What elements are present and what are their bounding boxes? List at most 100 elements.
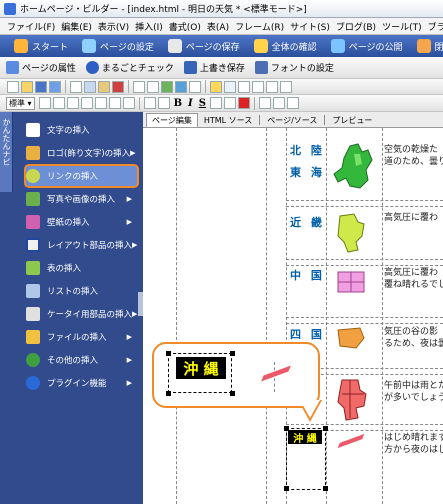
sidebar-item-insert-logo[interactable]: ロゴ(飾り文字)の挿入 ▶ bbox=[26, 142, 138, 164]
row-icon[interactable] bbox=[286, 97, 299, 109]
redo-icon[interactable] bbox=[147, 80, 159, 93]
overview-button[interactable]: 全体の確認 bbox=[253, 39, 317, 53]
check-icon bbox=[253, 39, 268, 53]
cell-icon[interactable] bbox=[272, 97, 285, 109]
menu-tools[interactable]: ツール(T) bbox=[379, 20, 425, 33]
delete-icon[interactable] bbox=[112, 80, 124, 93]
tab-page-source[interactable]: ページ/ソース bbox=[261, 113, 323, 127]
menu-insert[interactable]: 挿入(I) bbox=[132, 20, 166, 33]
sidebar-item-insert-text[interactable]: 文字の挿入 bbox=[26, 119, 138, 141]
overwrite-save-button[interactable]: 上書き保存 bbox=[183, 61, 245, 74]
page-save-button[interactable]: ページの保存 bbox=[167, 39, 240, 53]
forecast-text: 高気圧に覆わ bbox=[384, 213, 439, 223]
grid-line bbox=[286, 259, 443, 260]
table-insert-icon[interactable] bbox=[258, 97, 271, 109]
sidebar-item-plugin[interactable]: プラグイン機能 ▶ bbox=[26, 372, 138, 394]
page-settings-button[interactable]: ページの設定 bbox=[82, 39, 154, 53]
separator bbox=[65, 80, 66, 93]
resize-handle[interactable] bbox=[284, 426, 289, 431]
menu-frame[interactable]: フレーム(R) bbox=[232, 20, 287, 33]
font-size-down-icon[interactable] bbox=[223, 97, 236, 109]
kinki-map-icon bbox=[337, 213, 365, 253]
bold-icon[interactable]: B bbox=[174, 98, 182, 109]
indent-icon[interactable] bbox=[94, 97, 107, 109]
document-canvas[interactable]: 北 陸 東 海 近 畿 中 国 四 国 空気の乾燥た 道のため、曇り 高気圧に覆わ… bbox=[160, 128, 443, 504]
new-icon[interactable] bbox=[7, 80, 19, 93]
outdent-icon[interactable] bbox=[108, 97, 121, 109]
table-icon[interactable] bbox=[189, 80, 201, 93]
folder-icon bbox=[26, 330, 40, 344]
callout-pointer-fill bbox=[300, 400, 320, 418]
easy-navi-tab[interactable]: かんたんナビ bbox=[0, 112, 13, 192]
check-icon bbox=[85, 61, 99, 74]
menu-file[interactable]: ファイル(F) bbox=[4, 20, 58, 33]
style-select[interactable]: 標準 ▾ bbox=[6, 96, 35, 110]
copy-icon[interactable] bbox=[84, 80, 96, 93]
font-size-up-icon[interactable] bbox=[209, 97, 222, 109]
italic-icon[interactable]: I bbox=[188, 98, 193, 109]
font-settings-button[interactable]: フォントの設定 bbox=[254, 61, 334, 74]
grid-line bbox=[286, 265, 443, 266]
frame-icon[interactable] bbox=[280, 80, 292, 93]
sidebar-item-insert-other[interactable]: その他の挿入 ▶ bbox=[26, 349, 138, 371]
tab-page-edit[interactable]: ページ編集 bbox=[146, 113, 198, 127]
sidebar-item-insert-file[interactable]: ファイルの挿入 ▶ bbox=[26, 326, 138, 348]
underline-icon[interactable]: S bbox=[199, 98, 206, 109]
line-icon[interactable] bbox=[238, 80, 250, 93]
link-icon[interactable] bbox=[175, 80, 187, 93]
save-icon[interactable] bbox=[35, 80, 47, 93]
sidebar-item-insert-mobile-parts[interactable]: ケータイ用部品の挿入 ▶ bbox=[26, 303, 138, 325]
resize-handle[interactable] bbox=[284, 486, 289, 491]
grid-line bbox=[286, 317, 443, 318]
paragraph-icon[interactable] bbox=[143, 97, 156, 109]
sidebar-item-insert-wallpaper[interactable]: 壁紙の挿入 ▶ bbox=[26, 211, 138, 233]
menu-edit[interactable]: 編集(E) bbox=[58, 20, 95, 33]
align-center-icon[interactable] bbox=[52, 97, 65, 109]
sidebar-item-insert-image[interactable]: 写真や画像の挿入 ▶ bbox=[26, 188, 138, 210]
font-color-icon[interactable] bbox=[237, 97, 250, 109]
resize-handle[interactable] bbox=[323, 426, 328, 431]
list-icon[interactable] bbox=[224, 80, 236, 93]
sidebar-item-insert-layout-parts[interactable]: レイアウト部品の挿入 ▶ bbox=[26, 234, 138, 256]
menu-table[interactable]: 表(A) bbox=[204, 20, 232, 33]
navigation-toolbar: スタート ページの設定 ページの保存 全体の確認 ページの公開 閉じる bbox=[0, 35, 443, 57]
undo-icon[interactable] bbox=[133, 80, 145, 93]
align-right-icon[interactable] bbox=[66, 97, 79, 109]
forecast-text: 気圧の谷の影 るため、夜は曇 bbox=[384, 327, 443, 349]
region-shikoku: 四 国 bbox=[290, 328, 325, 341]
tab-html-source[interactable]: HTML ソース bbox=[198, 113, 258, 127]
close-button[interactable]: 閉じる bbox=[416, 39, 443, 53]
layout-icon[interactable] bbox=[266, 80, 278, 93]
image-icon[interactable] bbox=[161, 80, 173, 93]
numbered-list-icon[interactable] bbox=[157, 97, 170, 109]
page-toolbar: ページの属性 まるごとチェック 上書き保存 フォントの設定 bbox=[0, 57, 443, 79]
menu-blog[interactable]: ブログ(B) bbox=[333, 20, 379, 33]
menu-browser[interactable]: ブラ bbox=[425, 20, 443, 33]
window-title: ホームページ・ビルダー - [index.html - 明日の天気 * <標準モ… bbox=[20, 5, 307, 15]
grid-icon[interactable] bbox=[252, 80, 264, 93]
pen-icon[interactable] bbox=[210, 80, 222, 93]
sidebar-item-insert-link[interactable]: リンクの挿入 bbox=[26, 165, 138, 187]
list-icon bbox=[26, 284, 40, 298]
full-check-button[interactable]: まるごとチェック bbox=[85, 61, 174, 74]
open-icon[interactable] bbox=[21, 80, 33, 93]
paste-icon[interactable] bbox=[98, 80, 110, 93]
menu-format[interactable]: 書式(O) bbox=[166, 20, 204, 33]
align-left-icon[interactable] bbox=[38, 97, 51, 109]
preview-icon[interactable] bbox=[49, 80, 61, 93]
list-icon[interactable] bbox=[122, 97, 135, 109]
cut-icon[interactable] bbox=[70, 80, 82, 93]
menu-view[interactable]: 表示(V) bbox=[95, 20, 132, 33]
grid-line bbox=[274, 362, 275, 392]
start-button[interactable]: スタート bbox=[14, 39, 68, 53]
page-properties-button[interactable]: ページの属性 bbox=[6, 61, 76, 74]
sidebar-item-insert-table[interactable]: 表の挿入 bbox=[26, 257, 138, 279]
text-icon bbox=[26, 123, 40, 137]
menu-site[interactable]: サイト(S) bbox=[287, 20, 333, 33]
justify-icon[interactable] bbox=[80, 97, 93, 109]
sidebar-item-insert-list[interactable]: リストの挿入 bbox=[26, 280, 138, 302]
tab-preview[interactable]: プレビュー bbox=[326, 113, 378, 127]
globe-icon bbox=[330, 39, 345, 53]
publish-button[interactable]: ページの公開 bbox=[330, 39, 403, 53]
resize-handle[interactable] bbox=[323, 486, 328, 491]
